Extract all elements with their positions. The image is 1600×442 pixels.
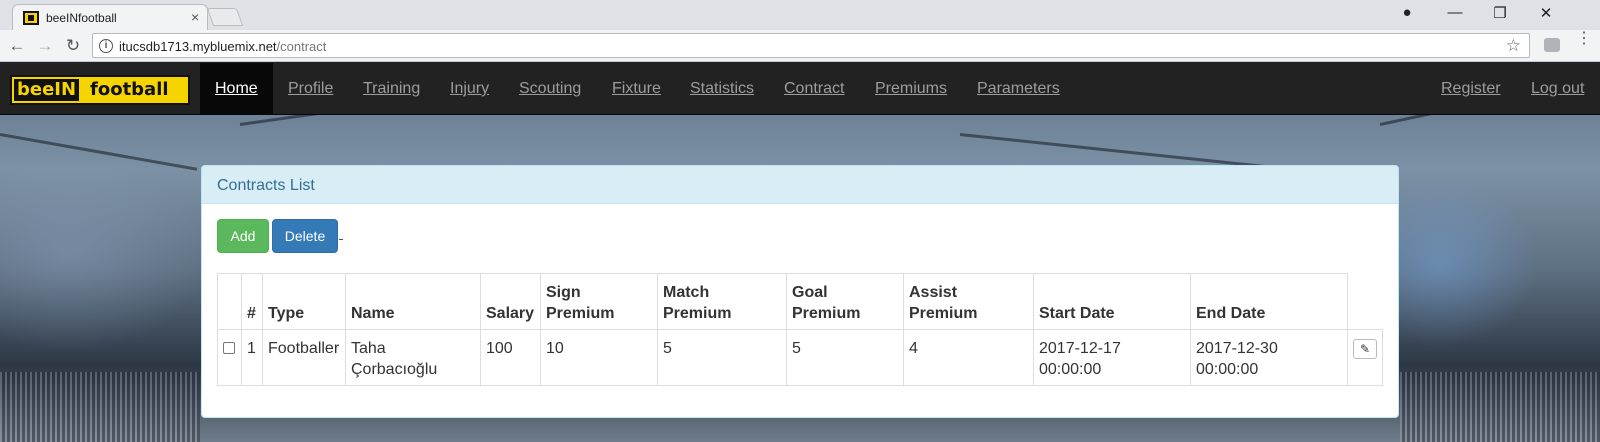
site-favicon-icon	[23, 11, 39, 25]
header-match-premium-line2: Premium	[663, 305, 732, 322]
stadium-crowd	[0, 372, 200, 442]
table-row: 1 Footballer Taha Çorbacıoğlu 100 10 5 5 …	[217, 329, 1383, 386]
site-info-icon[interactable]: i	[99, 39, 113, 53]
nav-premiums[interactable]: Premiums	[875, 80, 947, 98]
tab-title: beeINfootball	[46, 11, 117, 25]
header-sign-premium-line1: Sign	[546, 284, 581, 301]
nav-injury[interactable]: Injury	[450, 80, 489, 98]
brand-logo-right: football	[90, 79, 169, 100]
add-button[interactable]: Add	[217, 219, 269, 253]
row-actions: ✎	[1347, 329, 1383, 386]
row-goal-premium: 5	[786, 329, 904, 386]
row-num: 1	[241, 329, 263, 386]
profile-icon[interactable]: ●	[1397, 4, 1417, 21]
close-window-button[interactable]: ✕	[1536, 4, 1556, 22]
url-text[interactable]: itucsdb1713.mybluemix.net/contract	[119, 39, 326, 54]
nav-training[interactable]: Training	[363, 80, 420, 98]
header-sign-premium: Sign Premium	[540, 273, 658, 330]
browser-titlebar: beeINfootball × ● — ❐ ✕	[0, 0, 1600, 30]
extension-icon[interactable]	[1544, 38, 1560, 52]
row-name: Taha Çorbacıoğlu	[345, 329, 481, 386]
nav-profile[interactable]: Profile	[288, 80, 333, 98]
header-start-date: Start Date	[1033, 273, 1191, 330]
header-assist-premium: Assist Premium	[903, 273, 1034, 330]
nav-contract[interactable]: Contract	[784, 80, 844, 98]
brand-logo[interactable]: beeIN football	[10, 75, 190, 105]
header-end-date: End Date	[1190, 273, 1348, 330]
reload-icon[interactable]: ↻	[62, 36, 84, 56]
header-goal-premium: Goal Premium	[786, 273, 904, 330]
row-start-date-time: 00:00:00	[1039, 361, 1102, 378]
top-navbar: beeIN football Home Profile Training Inj…	[0, 63, 1600, 115]
row-select-cell	[217, 329, 242, 386]
nav-register[interactable]: Register	[1441, 80, 1501, 98]
panel-heading: Contracts List	[202, 166, 1398, 204]
header-match-premium: Match Premium	[657, 273, 787, 330]
url-path: /contract	[276, 39, 327, 54]
address-bar[interactable]: i itucsdb1713.mybluemix.net/contract ☆	[92, 33, 1530, 58]
button-divider	[339, 239, 343, 240]
row-name-line1: Taha	[351, 340, 386, 357]
nav-fixture[interactable]: Fixture	[612, 80, 661, 98]
header-assist-premium-line1: Assist	[909, 284, 958, 301]
row-start-date: 2017-12-17 00:00:00	[1033, 329, 1191, 386]
row-assist-premium: 4	[903, 329, 1034, 386]
url-host: itucsdb1713.mybluemix.net	[119, 39, 277, 54]
row-sign-premium: 10	[540, 329, 658, 386]
header-assist-premium-line2: Premium	[909, 305, 978, 322]
nav-home[interactable]: Home	[215, 80, 258, 98]
edit-icon[interactable]: ✎	[1353, 339, 1377, 359]
row-end-date-time: 00:00:00	[1196, 361, 1259, 378]
delete-button[interactable]: Delete	[272, 219, 338, 253]
nav-logout[interactable]: Log out	[1531, 80, 1584, 98]
header-actions	[1347, 273, 1383, 330]
row-name-line2: Çorbacıoğlu	[351, 361, 438, 378]
row-checkbox[interactable]	[223, 342, 235, 354]
tab-close-icon[interactable]: ×	[191, 9, 199, 25]
header-match-premium-line1: Match	[663, 284, 710, 301]
stadium-roof-beam	[0, 133, 198, 171]
table-header-row: # Type Name Salary Sign Premium Match Prem…	[217, 273, 1383, 330]
restore-button[interactable]: ❐	[1490, 4, 1510, 22]
header-goal-premium-line2: Premium	[792, 305, 861, 322]
browser-tab[interactable]: beeINfootball ×	[12, 4, 208, 30]
nav-scouting[interactable]: Scouting	[519, 80, 581, 98]
back-icon[interactable]: ←	[6, 36, 28, 56]
page-content: beeIN football Home Profile Training Inj…	[0, 63, 1600, 442]
browser-menu-icon[interactable]: ⋮	[1576, 31, 1592, 47]
header-sign-premium-line2: Premium	[546, 305, 615, 322]
header-name: Name	[345, 273, 481, 330]
contracts-panel: Contracts List Add Delete # Type Name Sa…	[201, 165, 1399, 418]
header-salary: Salary	[480, 273, 541, 330]
row-match-premium: 5	[657, 329, 787, 386]
header-type: Type	[262, 273, 346, 330]
forward-icon[interactable]: →	[34, 36, 56, 56]
browser-toolbar: ← → ↻ i itucsdb1713.mybluemix.net/contra…	[0, 30, 1600, 62]
nav-statistics[interactable]: Statistics	[690, 80, 754, 98]
row-salary: 100	[480, 329, 541, 386]
header-num: #	[241, 273, 263, 330]
minimize-button[interactable]: —	[1445, 4, 1465, 21]
row-start-date-day: 2017-12-17	[1039, 340, 1121, 357]
header-goal-premium-line1: Goal	[792, 284, 828, 301]
bookmark-star-icon[interactable]: ☆	[1506, 36, 1521, 56]
header-select	[217, 273, 242, 330]
brand-logo-left: beeIN	[14, 79, 80, 101]
contracts-table: # Type Name Salary Sign Premium Match Prem…	[217, 273, 1383, 386]
row-end-date-day: 2017-12-30	[1196, 340, 1278, 357]
row-type: Footballer	[262, 329, 346, 386]
panel-title: Contracts List	[217, 177, 315, 194]
nav-parameters[interactable]: Parameters	[977, 80, 1060, 98]
new-tab-button[interactable]	[206, 8, 244, 26]
row-end-date: 2017-12-30 00:00:00	[1190, 329, 1348, 386]
stadium-crowd	[1400, 372, 1600, 442]
